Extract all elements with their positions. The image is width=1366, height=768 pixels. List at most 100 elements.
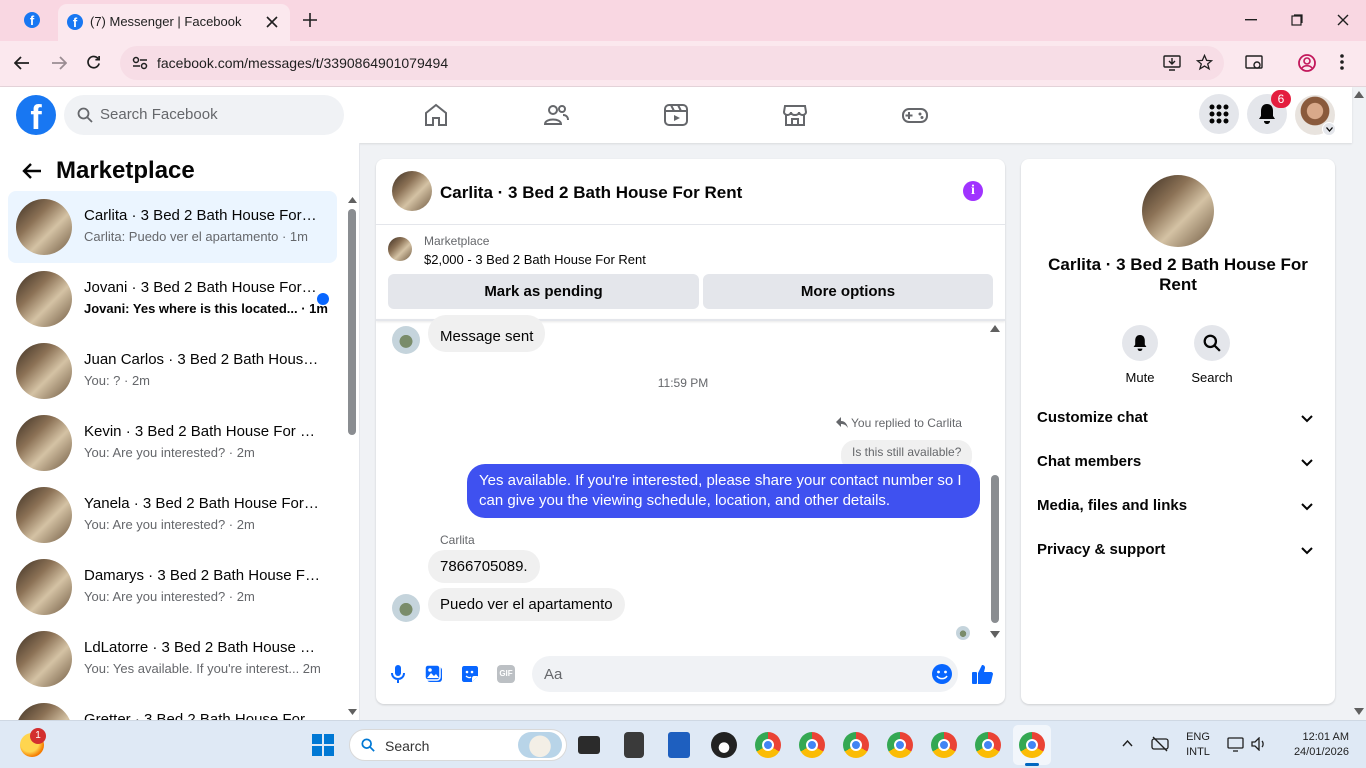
chrome-profile-icon[interactable] bbox=[887, 732, 913, 758]
windows-start-icon[interactable] bbox=[312, 734, 334, 756]
back-icon[interactable] bbox=[14, 56, 30, 70]
conversation-item[interactable]: Gretter · 3 Bed 2 Bath House For Rent bbox=[8, 695, 337, 720]
display-icon[interactable] bbox=[1227, 736, 1245, 752]
chat-avatar[interactable] bbox=[392, 171, 432, 211]
chevron-down-icon bbox=[1301, 547, 1313, 555]
plus-icon[interactable] bbox=[303, 13, 317, 27]
marketplace-icon[interactable] bbox=[781, 101, 809, 129]
media-icon[interactable] bbox=[1245, 55, 1263, 71]
scroll-up-icon[interactable] bbox=[348, 197, 357, 203]
chat-title[interactable]: Carlita · 3 Bed 2 Bath House For Rent bbox=[440, 183, 742, 203]
photo-icon[interactable] bbox=[425, 665, 443, 683]
search-input[interactable]: Search Facebook bbox=[64, 95, 344, 135]
sticker-icon[interactable] bbox=[461, 665, 479, 683]
chrome-profile-icon[interactable] bbox=[1019, 732, 1045, 758]
conversation-item[interactable]: Yanela · 3 Bed 2 Bath House For Rent You:… bbox=[8, 479, 337, 551]
maximize-icon[interactable] bbox=[1291, 14, 1303, 26]
conversation-item[interactable]: LdLatorre · 3 Bed 2 Bath House For Rent Y… bbox=[8, 623, 337, 695]
page-scroll-up-icon[interactable] bbox=[1354, 91, 1364, 98]
clock[interactable]: 12:01 AM 24/01/2026 bbox=[1279, 730, 1349, 760]
emoji-icon[interactable] bbox=[932, 664, 952, 684]
facebook-icon[interactable]: f bbox=[24, 12, 40, 28]
incoming-message-bubble[interactable]: Puedo ver el apartamento bbox=[428, 588, 625, 621]
search-label: Search bbox=[1191, 370, 1233, 385]
gaming-icon[interactable] bbox=[901, 101, 929, 129]
chrome-profile-icon[interactable] bbox=[931, 732, 957, 758]
incoming-message-bubble[interactable]: 7866705089. bbox=[428, 550, 540, 583]
row-label: Customize chat bbox=[1037, 409, 1148, 426]
mark-as-pending-button[interactable]: Mark as pending bbox=[388, 274, 699, 309]
more-options-button[interactable]: More options bbox=[703, 274, 993, 309]
sidebar-scrollbar[interactable] bbox=[346, 193, 358, 717]
contact-name: Carlita · 3 Bed 2 Bath House For Rent bbox=[1048, 255, 1308, 294]
minimize-icon[interactable] bbox=[1245, 19, 1257, 21]
conversation-item[interactable]: Carlita · 3 Bed 2 Bath House For Rent Car… bbox=[8, 191, 337, 263]
tab-title: (7) Messenger | Facebook bbox=[90, 14, 242, 29]
language-indicator[interactable]: ENG INTL bbox=[1180, 730, 1216, 760]
chrome-profile-icon[interactable] bbox=[799, 732, 825, 758]
microphone-icon[interactable] bbox=[391, 665, 405, 683]
reply-icon bbox=[836, 417, 848, 428]
scroll-thumb[interactable] bbox=[348, 209, 356, 435]
scroll-up-icon[interactable] bbox=[990, 325, 1000, 332]
scroll-thumb[interactable] bbox=[991, 475, 999, 623]
conversation-item[interactable]: Damarys · 3 Bed 2 Bath House For Rent You… bbox=[8, 551, 337, 623]
row-label: Media, files and links bbox=[1037, 497, 1188, 514]
media-files-links-row[interactable]: Media, files and links bbox=[1037, 497, 1321, 533]
close-icon[interactable] bbox=[266, 16, 278, 28]
search-conversation-button[interactable]: Search bbox=[1176, 325, 1248, 385]
account-chevron-icon[interactable] bbox=[1322, 122, 1336, 136]
conversation-preview: You: Yes available. If you're interest..… bbox=[84, 661, 321, 676]
site-info-icon[interactable] bbox=[132, 56, 148, 70]
reload-icon[interactable] bbox=[86, 55, 101, 70]
info-button[interactable]: i bbox=[963, 181, 983, 201]
forward-icon[interactable] bbox=[51, 56, 67, 70]
calculator-icon[interactable] bbox=[624, 732, 644, 758]
facebook-icon: f bbox=[67, 14, 83, 30]
taskbar-search[interactable]: Search bbox=[349, 729, 567, 761]
close-window-icon[interactable] bbox=[1337, 14, 1349, 26]
menu-button[interactable] bbox=[1199, 94, 1239, 134]
star-icon[interactable] bbox=[1196, 54, 1213, 71]
conversation-item[interactable]: Juan Carlos · 3 Bed 2 Bath House For Ren… bbox=[8, 335, 337, 407]
listing-price[interactable]: $2,000 - 3 Bed 2 Bath House For Rent bbox=[424, 252, 646, 267]
chevron-up-icon[interactable] bbox=[1122, 740, 1133, 747]
chrome-profile-icon[interactable] bbox=[755, 732, 781, 758]
penguin-app-icon[interactable] bbox=[711, 732, 737, 758]
back-arrow-icon[interactable] bbox=[22, 163, 42, 179]
listing-thumbnail[interactable] bbox=[388, 237, 412, 261]
address-bar[interactable]: facebook.com/messages/t/3390864901079494 bbox=[120, 46, 1224, 80]
contact-profile-picture[interactable] bbox=[1142, 175, 1214, 247]
install-icon[interactable] bbox=[1163, 55, 1181, 71]
browser-tab[interactable]: f (7) Messenger | Facebook bbox=[58, 4, 290, 41]
home-icon[interactable] bbox=[422, 101, 450, 129]
like-icon[interactable] bbox=[972, 664, 993, 684]
profile-icon[interactable] bbox=[1298, 54, 1316, 72]
page-scroll-down-icon[interactable] bbox=[1354, 708, 1364, 715]
message-input[interactable]: Aa bbox=[532, 656, 958, 692]
sidebar-title: Marketplace bbox=[56, 157, 195, 184]
volume-icon[interactable] bbox=[1251, 737, 1267, 751]
task-view-icon[interactable] bbox=[578, 736, 600, 754]
scroll-down-icon[interactable] bbox=[348, 709, 357, 715]
outgoing-message-bubble[interactable]: Yes available. If you're interested, ple… bbox=[467, 464, 980, 518]
chat-members-row[interactable]: Chat members bbox=[1037, 453, 1321, 489]
chat-scrollbar[interactable] bbox=[988, 323, 1002, 643]
video-icon[interactable] bbox=[662, 101, 690, 129]
facebook-logo-icon[interactable]: f bbox=[16, 95, 56, 135]
friends-icon[interactable] bbox=[542, 101, 570, 129]
chrome-profile-icon[interactable] bbox=[843, 732, 869, 758]
conversation-item[interactable]: Kevin · 3 Bed 2 Bath House For Rent You: … bbox=[8, 407, 337, 479]
menu-icon[interactable] bbox=[1340, 54, 1344, 70]
windows-taskbar: 1 Search ENG INTL 12:01 AM 24/01/2026 bbox=[0, 720, 1366, 768]
conversation-item[interactable]: Jovani · 3 Bed 2 Bath House For Rent Jova… bbox=[8, 263, 337, 335]
scroll-down-icon[interactable] bbox=[990, 631, 1000, 638]
notepad-icon[interactable] bbox=[668, 732, 690, 758]
gif-icon[interactable]: GIF bbox=[497, 665, 515, 683]
mute-button[interactable]: Mute bbox=[1104, 325, 1176, 385]
privacy-support-row[interactable]: Privacy & support bbox=[1037, 541, 1321, 577]
customize-chat-row[interactable]: Customize chat bbox=[1037, 409, 1321, 445]
network-off-icon[interactable] bbox=[1151, 736, 1169, 752]
conversation-thumbnail bbox=[16, 199, 72, 255]
chrome-profile-icon[interactable] bbox=[975, 732, 1001, 758]
